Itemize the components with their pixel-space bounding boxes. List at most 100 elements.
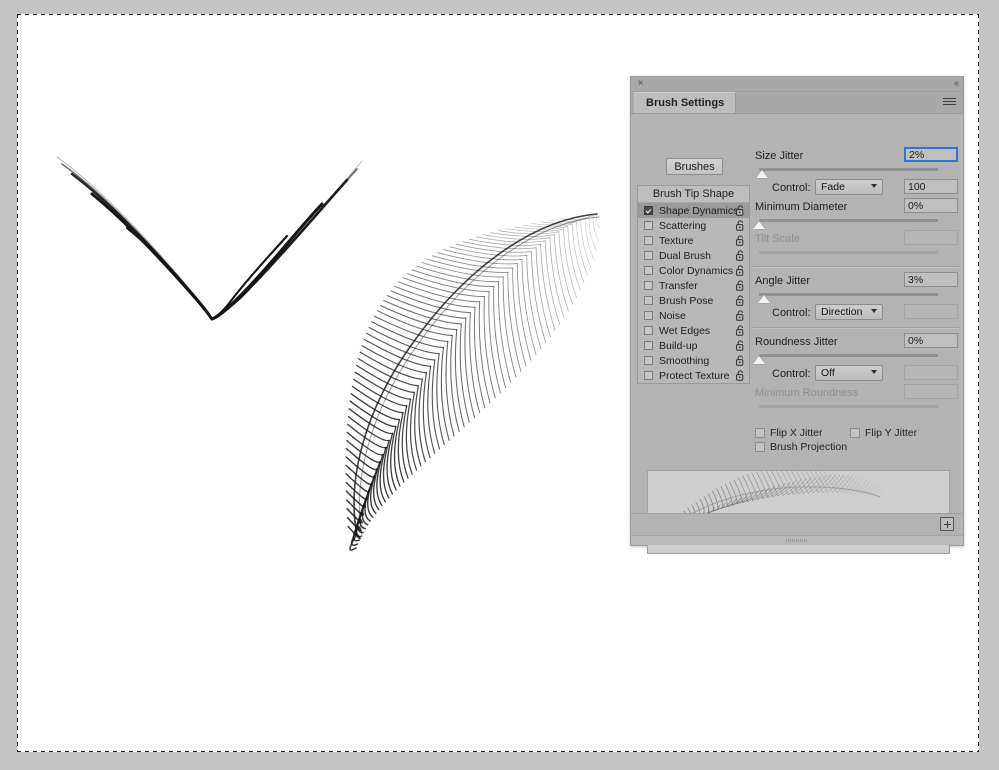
option-row-transfer[interactable]: Transfer: [638, 278, 749, 293]
option-row-wet-edges[interactable]: Wet Edges: [638, 323, 749, 338]
size-jitter-slider[interactable]: [753, 166, 959, 179]
angle-control-select[interactable]: Direction: [815, 304, 883, 320]
lock-open-icon[interactable]: [736, 265, 745, 276]
minimum-roundness-label: Minimum Roundness: [755, 387, 859, 399]
minimum-diameter-row: Minimum Diameter 0%: [753, 198, 959, 217]
size-jitter-input[interactable]: 2%: [904, 147, 958, 162]
checkbox-box[interactable]: [755, 428, 765, 438]
lock-open-icon[interactable]: [736, 295, 745, 306]
option-row-protect-texture[interactable]: Protect Texture: [638, 368, 749, 383]
size-control-fade-steps[interactable]: 100: [904, 179, 958, 194]
hamburger-menu-icon[interactable]: [943, 98, 956, 107]
feather-frond-stroke: [345, 213, 601, 551]
lock-open-icon[interactable]: [736, 250, 745, 261]
panel-resize-bar[interactable]: [631, 535, 963, 545]
angle-jitter-thumb[interactable]: [758, 295, 771, 303]
option-checkbox[interactable]: [644, 296, 653, 305]
checkbox-box[interactable]: [755, 442, 765, 452]
option-label: Smoothing: [659, 354, 710, 367]
flip-x-jitter-label: Flip X Jitter: [770, 427, 823, 439]
minimum-diameter-track[interactable]: [759, 219, 938, 222]
brush-settings-panel[interactable]: × « Brush Settings Brushes Brush Tip Sha…: [630, 76, 964, 554]
lock-open-icon[interactable]: [736, 220, 745, 231]
minimum-diameter-thumb[interactable]: [753, 221, 765, 229]
chevron-down-icon: [871, 309, 877, 313]
minimum-roundness-slider: [753, 403, 959, 416]
lock-open-icon[interactable]: [736, 340, 745, 351]
option-row-dual-brush[interactable]: Dual Brush: [638, 248, 749, 263]
size-control-select[interactable]: Fade: [815, 179, 883, 195]
option-row-shape-dynamics[interactable]: Shape Dynamics: [638, 203, 749, 218]
angle-jitter-slider[interactable]: [753, 291, 959, 304]
resize-grip-icon[interactable]: [786, 539, 808, 542]
lock-open-icon[interactable]: [736, 235, 745, 246]
option-row-noise[interactable]: Noise: [638, 308, 749, 323]
minimum-diameter-slider[interactable]: [753, 217, 959, 230]
tilt-scale-label: Tilt Scale: [755, 233, 800, 245]
roundness-jitter-thumb[interactable]: [753, 356, 765, 364]
option-checkbox[interactable]: [644, 266, 653, 275]
lock-open-icon[interactable]: [736, 340, 745, 351]
option-checkbox[interactable]: [644, 236, 653, 245]
option-row-color-dynamics[interactable]: Color Dynamics: [638, 263, 749, 278]
size-jitter-thumb[interactable]: [756, 170, 769, 178]
lock-open-icon[interactable]: [736, 235, 745, 246]
option-checkbox[interactable]: [644, 356, 653, 365]
option-checkbox[interactable]: [644, 341, 653, 350]
roundness-jitter-slider[interactable]: [753, 352, 959, 365]
lock-open-icon[interactable]: [736, 355, 745, 366]
lock-open-icon[interactable]: [736, 325, 745, 336]
roundness-jitter-input[interactable]: 0%: [904, 333, 958, 348]
checkbox-box[interactable]: [850, 428, 860, 438]
lock-open-icon[interactable]: [736, 325, 745, 336]
lock-open-icon[interactable]: [736, 370, 745, 381]
angle-jitter-track[interactable]: [759, 293, 938, 296]
roundness-control-side-field: [904, 365, 958, 380]
roundness-jitter-label: Roundness Jitter: [755, 336, 838, 348]
flip-y-jitter-checkbox[interactable]: Flip Y Jitter: [850, 427, 917, 439]
option-row-brush-pose[interactable]: Brush Pose: [638, 293, 749, 308]
lock-open-icon[interactable]: [736, 310, 745, 321]
size-control-label: Control:: [772, 182, 811, 194]
option-checkbox[interactable]: [644, 221, 653, 230]
option-checkbox[interactable]: [644, 326, 653, 335]
flip-x-jitter-checkbox[interactable]: Flip X Jitter: [755, 427, 823, 439]
lock-open-icon[interactable]: [736, 355, 745, 366]
panel-tabbar: Brush Settings: [631, 92, 963, 114]
close-icon[interactable]: ×: [635, 78, 646, 89]
lock-open-icon[interactable]: [736, 280, 745, 291]
lock-open-icon[interactable]: [736, 280, 745, 291]
size-jitter-track[interactable]: [759, 168, 938, 171]
brush-projection-checkbox[interactable]: Brush Projection: [755, 441, 847, 453]
new-brush-preset-button[interactable]: [940, 517, 954, 531]
lock-open-icon[interactable]: [736, 295, 745, 306]
minimum-diameter-input[interactable]: 0%: [904, 198, 958, 213]
option-checkbox[interactable]: [644, 311, 653, 320]
size-jitter-label: Size Jitter: [755, 150, 804, 162]
option-checkbox[interactable]: [644, 206, 653, 215]
brushes-button[interactable]: Brushes: [666, 158, 723, 175]
option-checkbox[interactable]: [644, 371, 653, 380]
option-row-scattering[interactable]: Scattering: [638, 218, 749, 233]
collapse-panel-icon[interactable]: «: [954, 77, 959, 90]
panel-footer: [631, 513, 963, 536]
angle-jitter-input[interactable]: 3%: [904, 272, 958, 287]
option-label: Build-up: [659, 339, 698, 352]
tab-brush-settings[interactable]: Brush Settings: [634, 92, 737, 113]
option-row-build-up[interactable]: Build-up: [638, 338, 749, 353]
option-brush-tip-shape[interactable]: Brush Tip Shape: [638, 186, 749, 203]
roundness-control-select[interactable]: Off: [815, 365, 883, 381]
option-row-texture[interactable]: Texture: [638, 233, 749, 248]
lock-open-icon[interactable]: [736, 205, 745, 216]
option-checkbox[interactable]: [644, 251, 653, 260]
roundness-jitter-track[interactable]: [759, 354, 938, 357]
photoshop-canvas-window: × « Brush Settings Brushes Brush Tip Sha…: [0, 0, 999, 770]
lock-open-icon[interactable]: [736, 250, 745, 261]
lock-open-icon[interactable]: [736, 265, 745, 276]
lock-open-icon[interactable]: [736, 220, 745, 231]
option-checkbox[interactable]: [644, 281, 653, 290]
lock-open-icon[interactable]: [736, 205, 745, 216]
lock-open-icon[interactable]: [736, 310, 745, 321]
option-row-smoothing[interactable]: Smoothing: [638, 353, 749, 368]
lock-open-icon[interactable]: [736, 370, 745, 381]
